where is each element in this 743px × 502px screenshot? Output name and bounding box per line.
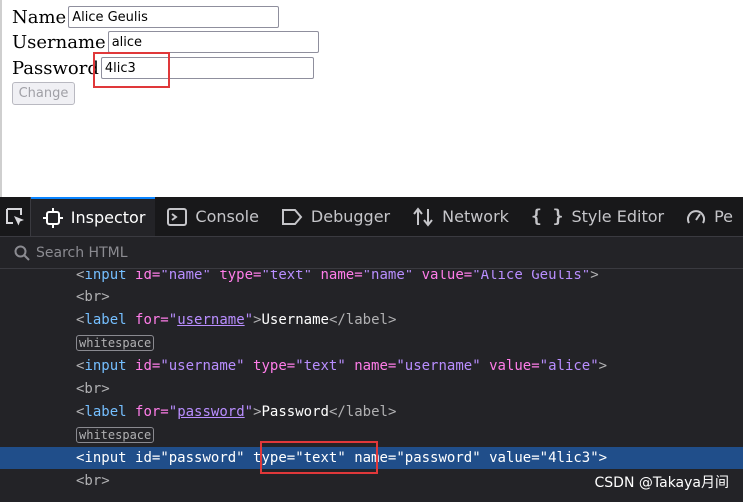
password-input[interactable] [100, 57, 314, 79]
tab-network[interactable]: Network [400, 197, 519, 236]
search-html-input[interactable] [36, 245, 636, 261]
password-label: Password [12, 57, 99, 79]
rendered-page: Name Username Password Change [0, 0, 743, 197]
username-label: Username [12, 31, 106, 53]
whitespace-badge[interactable]: whitespace [76, 427, 155, 443]
name-row: Name [12, 5, 280, 29]
devtools-toolbar: Inspector Console Debugger Network { } S… [0, 197, 743, 237]
markup-line[interactable]: <br> [0, 378, 743, 400]
devtools-panel: Inspector Console Debugger Network { } S… [0, 197, 743, 502]
search-icon [14, 245, 30, 261]
markup-line[interactable]: < input id= "username" type= "text" name= "u… [0, 355, 743, 377]
element-picker-button[interactable] [0, 197, 31, 236]
for-attribute-link[interactable]: username [177, 312, 244, 328]
tab-console-label: Console [195, 207, 259, 226]
search-html-bar [0, 238, 743, 269]
name-label: Name [12, 6, 67, 28]
inspector-icon [42, 207, 63, 228]
network-arrows-icon [413, 206, 433, 227]
performance-gauge-icon [687, 209, 706, 223]
tab-performance[interactable]: Pe [674, 197, 743, 236]
page-edge [0, 0, 2, 197]
markup-line[interactable]: whitespace [0, 424, 743, 446]
tab-style-editor[interactable]: { } Style Editor [519, 197, 674, 236]
for-attribute-link[interactable]: password [177, 404, 244, 420]
markup-line[interactable]: < label for= " username " > Username </label> [0, 309, 743, 331]
tab-performance-label: Pe [714, 207, 733, 226]
tab-debugger[interactable]: Debugger [269, 197, 400, 236]
markup-line[interactable]: whitespace [0, 332, 743, 354]
markup-line[interactable]: < label for= " password " > Password </label> [0, 401, 743, 423]
tab-inspector[interactable]: Inspector [30, 197, 156, 236]
password-row: Password [12, 56, 314, 80]
tab-debugger-label: Debugger [310, 207, 391, 226]
tab-style-editor-label: Style Editor [571, 207, 665, 226]
username-row: Username [12, 30, 319, 54]
element-picker-icon [5, 207, 24, 225]
name-input[interactable] [68, 6, 280, 28]
markup-line-selected[interactable]: < input id= "password" type= "text" name= "p… [0, 447, 743, 469]
console-icon [167, 207, 188, 226]
csdn-watermark: CSDN @Takaya月间 [594, 475, 729, 491]
markup-line[interactable]: <br> [0, 286, 743, 308]
whitespace-badge[interactable]: whitespace [76, 335, 155, 351]
braces-icon: { } [530, 206, 564, 227]
markup-line[interactable]: < input id= "name" type= "text" name= "name"… [0, 270, 743, 286]
debugger-icon [281, 208, 303, 225]
username-input[interactable] [107, 31, 319, 53]
change-button[interactable]: Change [12, 82, 75, 105]
markup-view: < input id= "name" type= "text" name= "name"… [0, 270, 743, 502]
tab-network-label: Network [442, 207, 509, 226]
tab-console[interactable]: Console [155, 197, 269, 236]
tab-inspector-label: Inspector [70, 208, 146, 227]
